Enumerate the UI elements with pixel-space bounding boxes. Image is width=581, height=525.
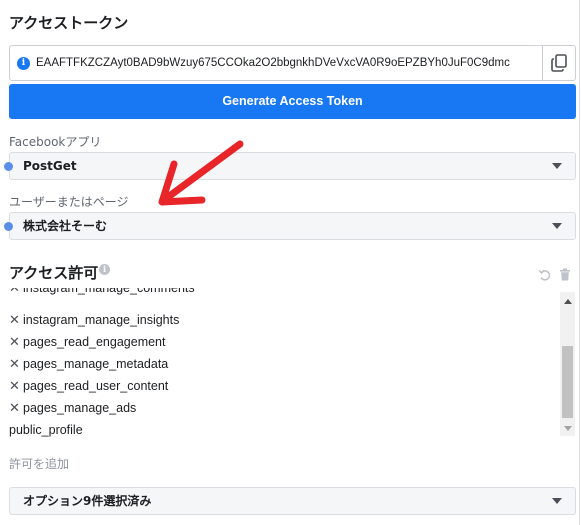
caret-down-icon: [552, 498, 562, 504]
focus-dot-indicator: [4, 222, 13, 231]
remove-x-icon[interactable]: ✕: [9, 288, 23, 299]
red-arrow-annotation: [158, 140, 244, 206]
scroll-up-arrow-icon[interactable]: [564, 299, 572, 304]
optional-permissions-select[interactable]: オプション9件選択済み: [9, 487, 576, 515]
remove-x-icon[interactable]: ✕: [9, 331, 23, 353]
trash-icon[interactable]: [559, 268, 571, 281]
permissions-title: アクセス許可: [9, 264, 99, 282]
access-token-title: アクセストークン: [9, 14, 129, 32]
user-or-page-selected: 株式会社そーむ: [23, 219, 108, 233]
info-icon[interactable]: i: [17, 57, 30, 70]
user-or-page-select[interactable]: 株式会社そーむ: [9, 212, 576, 240]
permission-item: ✕ pages_read_user_content: [9, 375, 168, 397]
caret-down-icon: [552, 163, 562, 169]
permission-item: ✕ pages_manage_ads: [9, 397, 136, 419]
add-permission-input[interactable]: 許可を追加: [9, 455, 69, 472]
permission-item: ✕instagram_manage_comments: [9, 288, 195, 299]
permission-item: ✕ instagram_manage_insights: [9, 309, 179, 331]
undo-icon[interactable]: [538, 268, 551, 281]
caret-down-icon: [552, 223, 562, 229]
access-token-field[interactable]: i EAAFTFKZCZAyt0BAD9bWzuy675CCOka2O2bbgn…: [9, 45, 576, 81]
facebook-app-label: Facebookアプリ: [9, 135, 102, 149]
permission-item: ✕ pages_manage_metadata: [9, 353, 168, 375]
permission-item: public_profile: [9, 423, 83, 437]
copy-icon: [551, 54, 567, 72]
focus-dot-indicator: [4, 162, 13, 171]
generate-access-token-button[interactable]: Generate Access Token: [9, 84, 576, 119]
scrollbar-thumb[interactable]: [562, 346, 573, 418]
remove-x-icon[interactable]: ✕: [9, 375, 23, 397]
facebook-app-select[interactable]: PostGet: [9, 152, 576, 180]
user-or-page-label: ユーザーまたはページ: [9, 195, 129, 209]
remove-x-icon[interactable]: ✕: [9, 397, 23, 419]
permission-list: ✕instagram_manage_comments ✕instagram_ma…: [9, 288, 557, 438]
copy-token-button[interactable]: [543, 46, 576, 80]
panel-divider: [579, 0, 580, 525]
scroll-down-arrow-icon[interactable]: [564, 426, 572, 431]
graph-api-explorer-panel: アクセストークン i EAAFTFKZCZAyt0BAD9bWzuy675CCO…: [0, 0, 581, 525]
info-icon[interactable]: i: [99, 264, 110, 275]
remove-x-icon[interactable]: ✕: [9, 309, 23, 331]
permission-item: ✕ pages_read_engagement: [9, 331, 165, 353]
optional-permissions-summary: オプション9件選択済み: [23, 494, 152, 508]
access-token-value[interactable]: EAAFTFKZCZAyt0BAD9bWzuy675CCOka2O2bbgnkh…: [36, 46, 539, 80]
remove-x-icon[interactable]: ✕: [9, 353, 23, 375]
facebook-app-selected: PostGet: [23, 159, 77, 173]
